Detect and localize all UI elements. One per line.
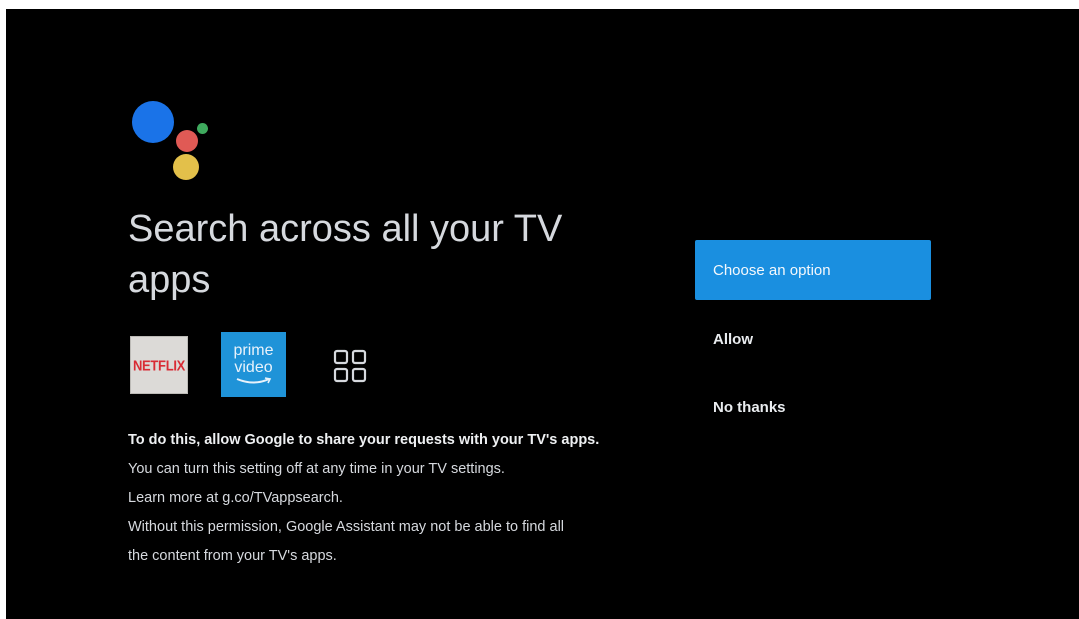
description-line-4: Without this permission, Google Assistan… [128, 519, 565, 535]
learn-more-text: Learn more at g.co/TVappsearch. [128, 490, 343, 506]
google-assistant-icon [131, 101, 221, 191]
assistant-red-dot [176, 130, 198, 152]
no-thanks-button[interactable]: No thanks [695, 377, 931, 437]
prime-smile-icon [236, 377, 271, 384]
prime-video-app-tile: prime video [221, 332, 286, 397]
page-title: Search across all your TV apps [128, 208, 563, 301]
description-line-5: the content from your TV's apps. [128, 548, 337, 564]
prime-logo-line2: video [234, 359, 273, 376]
prime-logo-line1: prime [233, 342, 274, 359]
netflix-app-tile: NETFLIX [130, 336, 188, 394]
description-line-2: You can turn this setting off at any tim… [128, 461, 505, 477]
tv-screen: Search across all your TV apps NETFLIX p… [6, 9, 1079, 619]
grid-apps-icon [333, 349, 367, 383]
description-line-1: To do this, allow Google to share your r… [128, 432, 600, 448]
description: To do this, allow Google to share your r… [128, 426, 648, 571]
assistant-green-dot [197, 123, 208, 134]
allow-button[interactable]: Allow [695, 309, 931, 369]
assistant-blue-dot [132, 101, 174, 143]
choose-option-header[interactable]: Choose an option [695, 240, 931, 300]
assistant-yellow-dot [173, 154, 199, 180]
netflix-logo: NETFLIX [132, 356, 186, 374]
